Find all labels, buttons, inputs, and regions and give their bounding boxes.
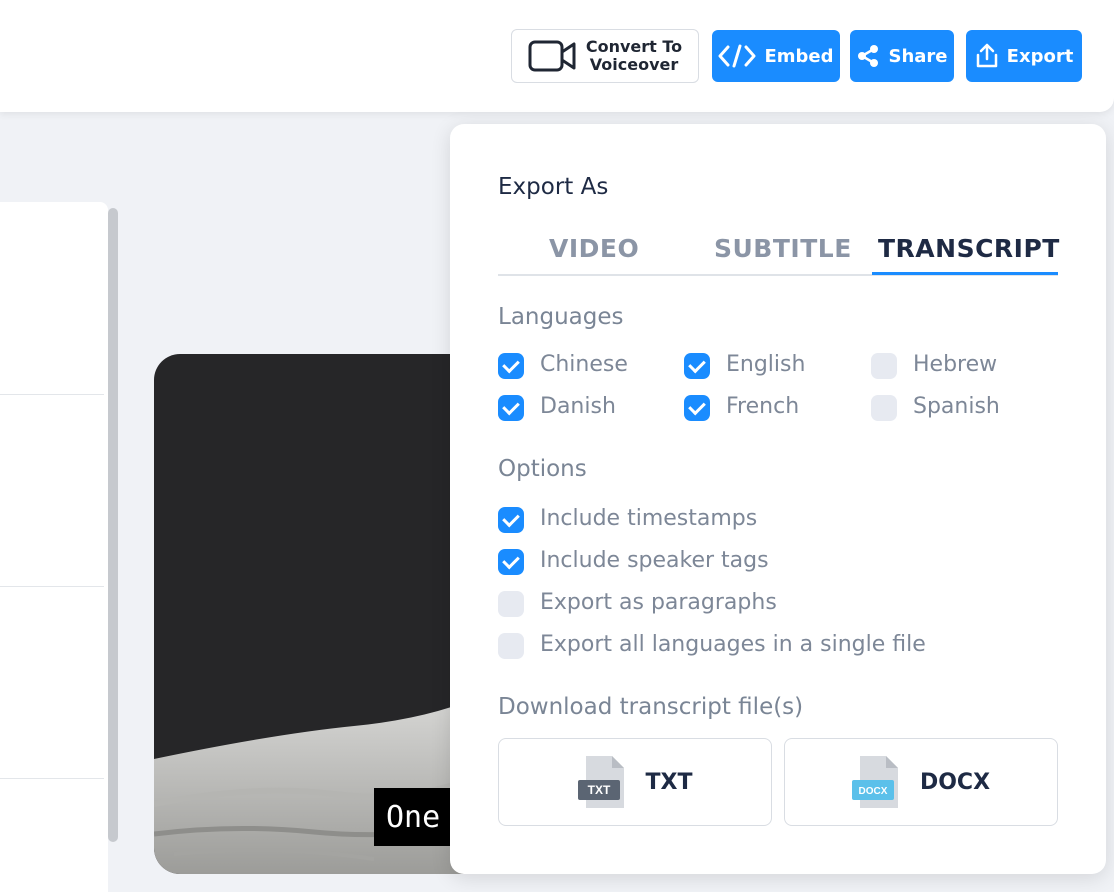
language-label-danish: Danish (540, 394, 616, 419)
top-header: Convert To Voiceover Embed Share Export (0, 0, 1114, 112)
download-docx-label: DOCX (919, 769, 991, 795)
language-label-french: French (726, 394, 800, 419)
checkbox-include-timestamps[interactable] (498, 507, 524, 533)
txt-file-icon: TXT (577, 756, 624, 808)
subtitle-caption: One (374, 788, 450, 846)
export-button[interactable]: Export (966, 30, 1082, 82)
active-tab-indicator (872, 272, 1058, 275)
video-camera-icon (528, 40, 576, 72)
language-label-spanish: Spanish (913, 394, 1000, 419)
export-panel: Export As VIDEO SUBTITLE TRANSCRIPT Lang… (450, 124, 1106, 874)
docx-file-icon: DOCX (851, 756, 898, 808)
checkbox-french[interactable] (684, 395, 710, 421)
checkbox-export-paragraphs[interactable] (498, 591, 524, 617)
tab-subtitle[interactable]: SUBTITLE (714, 234, 852, 263)
divider (0, 394, 104, 395)
language-label-english: English (726, 352, 806, 377)
checkbox-include-speaker-tags[interactable] (498, 549, 524, 575)
share-icon (858, 45, 879, 67)
option-label-paragraphs: Export as paragraphs (540, 590, 777, 615)
export-tabs: VIDEO SUBTITLE TRANSCRIPT (498, 230, 1060, 276)
checkbox-english[interactable] (684, 353, 710, 379)
divider (0, 586, 104, 587)
share-label: Share (888, 45, 948, 67)
convert-label: Convert To Voiceover (586, 38, 682, 74)
convert-label-line2: Voiceover (589, 55, 679, 74)
share-button[interactable]: Share (850, 30, 954, 82)
download-txt-button[interactable]: TXT TXT (498, 738, 772, 826)
options-heading: Options (498, 456, 587, 482)
checkbox-spanish[interactable] (871, 395, 897, 421)
export-label: Export (1006, 45, 1074, 67)
tab-transcript[interactable]: TRANSCRIPT (878, 234, 1060, 263)
convert-label-line1: Convert To (585, 37, 683, 56)
download-docx-button[interactable]: DOCX DOCX (784, 738, 1058, 826)
language-label-chinese: Chinese (540, 352, 628, 377)
embed-button[interactable]: Embed (712, 30, 840, 82)
download-txt-label: TXT (645, 769, 693, 795)
left-panel (0, 202, 108, 892)
divider (0, 778, 104, 779)
checkbox-hebrew[interactable] (871, 353, 897, 379)
option-label-timestamps: Include timestamps (540, 506, 758, 531)
download-heading: Download transcript file(s) (498, 694, 804, 720)
embed-label: Embed (764, 45, 834, 67)
convert-to-voiceover-button[interactable]: Convert To Voiceover (511, 29, 699, 83)
txt-icon-text: TXT (587, 783, 610, 797)
checkbox-danish[interactable] (498, 395, 524, 421)
panel-title: Export As (498, 174, 609, 200)
option-label-single-file: Export all languages in a single file (540, 632, 926, 657)
tab-video[interactable]: VIDEO (549, 234, 639, 263)
scrollbar-thumb[interactable] (108, 208, 118, 842)
languages-heading: Languages (498, 304, 624, 330)
checkbox-single-file[interactable] (498, 633, 524, 659)
upload-icon (976, 43, 997, 68)
code-icon (718, 44, 756, 68)
language-label-hebrew: Hebrew (913, 352, 998, 377)
checkbox-chinese[interactable] (498, 353, 524, 379)
docx-icon-text: DOCX (859, 786, 888, 797)
option-label-speaker-tags: Include speaker tags (540, 548, 769, 573)
